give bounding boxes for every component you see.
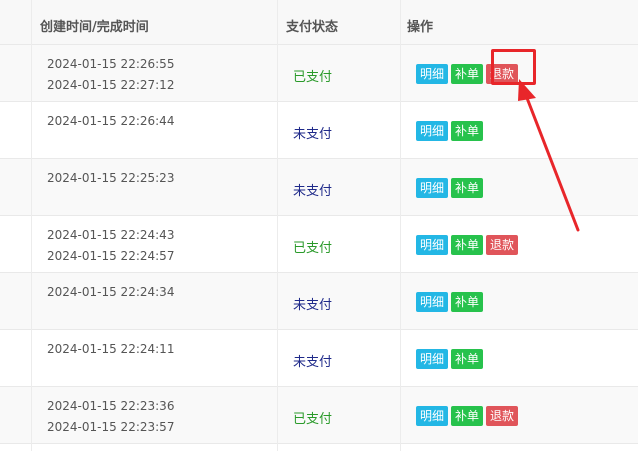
row-cell-time: 2024-01-15 22:24:11 (31, 330, 277, 386)
table-row: 2024-01-15 22:26:44 未支付 明细 补单 (0, 102, 638, 159)
action-buttons: 明细 补单 (416, 292, 484, 312)
action-buttons: 明细 补单 (416, 121, 484, 141)
row-cell-blank (0, 330, 31, 386)
completed-time: 2024-01-15 22:27:12 (47, 78, 175, 92)
created-time: 2024-01-15 22:24:43 (47, 228, 175, 242)
created-time: 2024-01-15 22:26:44 (47, 114, 175, 128)
action-buttons: 明细 补单 (416, 349, 484, 369)
column-divider (277, 0, 278, 451)
row-cell-status: 未支付 (277, 102, 400, 158)
created-time: 2024-01-15 22:23:36 (47, 399, 175, 413)
table-row: 2024-01-15 22:24:43 2024-01-15 22:24:57 … (0, 216, 638, 273)
created-time: 2024-01-15 22:24:34 (47, 285, 175, 299)
payment-status: 已支付 (293, 70, 333, 85)
header-cell-actions: 操作 (400, 0, 638, 44)
refund-button[interactable]: 退款 (486, 406, 519, 426)
action-buttons: 明细 补单 (416, 178, 484, 198)
detail-button[interactable]: 明细 (416, 178, 449, 198)
created-time: 2024-01-15 22:25:23 (47, 171, 175, 185)
header-status-label: 支付状态 (286, 20, 339, 35)
reissue-button[interactable]: 补单 (451, 406, 484, 426)
header-time-label: 创建时间/完成时间 (40, 20, 149, 35)
row-cell-actions: 明细 补单 (400, 273, 638, 329)
row-cell-time: 2024-01-15 22:26:44 (31, 102, 277, 158)
row-cell-status: 已支付 (277, 387, 400, 443)
header-cell-time: 创建时间/完成时间 (31, 0, 277, 44)
reissue-button[interactable]: 补单 (451, 349, 484, 369)
row-cell-actions: 明细 补单 (400, 159, 638, 215)
created-time: 2024-01-15 22:24:11 (47, 342, 175, 356)
payment-status: 未支付 (293, 298, 333, 313)
table-row: 2024-01-15 22:24:34 未支付 明细 补单 (0, 273, 638, 330)
reissue-button[interactable]: 补单 (451, 292, 484, 312)
row-cell-time: 2024-01-15 22:24:34 (31, 273, 277, 329)
row-cell-blank (0, 45, 31, 101)
table-row: 2024-01-15 22:24:11 未支付 明细 补单 (0, 330, 638, 387)
created-time: 2024-01-15 22:26:55 (47, 57, 175, 71)
detail-button[interactable]: 明细 (416, 64, 449, 84)
reissue-button[interactable]: 补单 (451, 64, 484, 84)
completed-time: 2024-01-15 22:23:57 (47, 420, 175, 434)
action-buttons: 明细 补单 退款 (416, 235, 519, 255)
row-cell-blank (0, 387, 31, 443)
refund-button[interactable]: 退款 (486, 235, 519, 255)
reissue-button[interactable]: 补单 (451, 178, 484, 198)
payment-status: 已支付 (293, 412, 333, 427)
row-cell-blank (0, 159, 31, 215)
reissue-button[interactable]: 补单 (451, 121, 484, 141)
payment-status: 已支付 (293, 241, 333, 256)
table-header-row: 创建时间/完成时间 支付状态 操作 (0, 0, 638, 45)
header-cell-status: 支付状态 (277, 0, 400, 44)
row-cell-status: 已支付 (277, 216, 400, 272)
column-divider (31, 0, 32, 451)
table-row: 2024-01-15 22:26:55 2024-01-15 22:27:12 … (0, 45, 638, 102)
row-cell-actions: 明细 补单 退款 (400, 216, 638, 272)
detail-button[interactable]: 明细 (416, 121, 449, 141)
table-row: 2024-01-15 22:23:36 2024-01-15 22:23:57 … (0, 387, 638, 444)
row-cell-time: 2024-01-15 22:26:55 2024-01-15 22:27:12 (31, 45, 277, 101)
row-cell-blank (0, 216, 31, 272)
header-actions-label: 操作 (407, 20, 434, 35)
reissue-button[interactable]: 补单 (451, 235, 484, 255)
row-cell-time: 2024-01-15 22:24:43 2024-01-15 22:24:57 (31, 216, 277, 272)
refund-highlight-box (491, 49, 536, 85)
detail-button[interactable]: 明细 (416, 235, 449, 255)
row-cell-status: 未支付 (277, 273, 400, 329)
detail-button[interactable]: 明细 (416, 292, 449, 312)
row-cell-blank (0, 102, 31, 158)
row-cell-status: 已支付 (277, 45, 400, 101)
row-cell-actions: 明细 补单 (400, 102, 638, 158)
payment-status: 未支付 (293, 127, 333, 142)
row-cell-status: 未支付 (277, 330, 400, 386)
column-divider (400, 0, 401, 451)
table-row: 2024-01-15 22:25:23 未支付 明细 补单 (0, 159, 638, 216)
row-cell-blank (0, 273, 31, 329)
row-cell-actions: 明细 补单 (400, 330, 638, 386)
row-cell-status: 未支付 (277, 159, 400, 215)
completed-time: 2024-01-15 22:24:57 (47, 249, 175, 263)
row-cell-actions: 明细 补单 退款 (400, 387, 638, 443)
detail-button[interactable]: 明细 (416, 349, 449, 369)
payment-status: 未支付 (293, 355, 333, 370)
row-cell-time: 2024-01-15 22:25:23 (31, 159, 277, 215)
header-cell-blank (0, 0, 31, 44)
detail-button[interactable]: 明细 (416, 406, 449, 426)
payment-status: 未支付 (293, 184, 333, 199)
action-buttons: 明细 补单 退款 (416, 406, 519, 426)
row-cell-time: 2024-01-15 22:23:36 2024-01-15 22:23:57 (31, 387, 277, 443)
